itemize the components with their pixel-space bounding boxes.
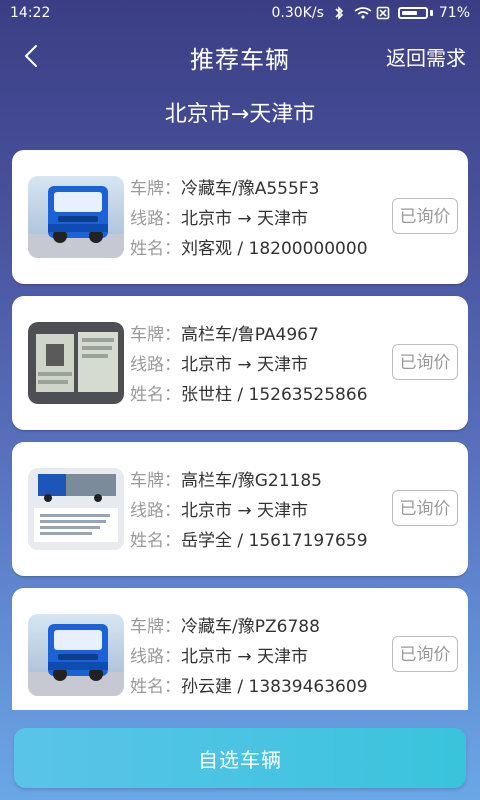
vehicle-list[interactable]: 车牌： 冷藏车/豫A555F3 线路： 北京市 → 天津市 姓名： 刘客观 / … — [12, 150, 468, 710]
plate-value: 冷藏车/豫A555F3 — [181, 179, 320, 199]
contact-row: 姓名： 岳学全 / 15617197659 — [130, 526, 390, 556]
plate-label: 车牌： — [130, 325, 181, 345]
name-label: 姓名： — [130, 531, 181, 551]
plate-row: 车牌： 冷藏车/豫A555F3 — [130, 174, 390, 204]
route-row: 线路： 北京市 → 天津市 — [130, 642, 390, 672]
contact-value: 张世柱 / 15263525866 — [181, 385, 368, 405]
vehicle-card[interactable]: 车牌： 冷藏车/豫PZ6788 线路： 北京市 → 天津市 姓名： 孙云建 / … — [12, 588, 468, 710]
route-label: 线路： — [130, 647, 181, 667]
license-photo-image — [28, 322, 124, 404]
name-label: 姓名： — [130, 385, 181, 405]
vehicle-thumbnail — [28, 468, 124, 550]
plate-label: 车牌： — [130, 179, 181, 199]
plate-value: 高栏车/鲁PA4967 — [181, 325, 319, 345]
plate-label: 车牌： — [130, 471, 181, 491]
network-speed: 0.30K/s — [271, 5, 324, 21]
choose-vehicle-button[interactable]: 自选车辆 — [14, 728, 466, 788]
name-label: 姓名： — [130, 239, 181, 259]
battery-level — [401, 11, 418, 15]
battery-indicator: 71% — [397, 5, 470, 21]
vehicle-info: 车牌： 高栏车/鲁PA4967 线路： 北京市 → 天津市 姓名： 张世柱 / … — [130, 320, 390, 410]
status-right: 0.30K/s 71% — [272, 5, 471, 21]
inquired-button[interactable]: 已询价 — [392, 344, 458, 380]
vehicle-card[interactable]: 车牌： 高栏车/豫G21185 线路： 北京市 → 天津市 姓名： 岳学全 / … — [12, 442, 468, 576]
wifi-icon — [354, 6, 372, 20]
name-label: 姓名： — [130, 677, 181, 697]
contact-value: 刘客观 / 18200000000 — [181, 239, 368, 259]
vehicle-info: 车牌： 冷藏车/豫PZ6788 线路： 北京市 → 天津市 姓名： 孙云建 / … — [130, 612, 390, 702]
route-row: 线路： 北京市 → 天津市 — [130, 350, 390, 380]
contact-value: 孙云建 / 13839463609 — [181, 677, 368, 697]
return-demand-link[interactable]: 返回需求 — [386, 42, 466, 71]
battery-percent: 71% — [438, 5, 470, 21]
route-label: 线路： — [130, 501, 181, 521]
route-title: 北京市→天津市 — [164, 102, 316, 127]
status-time: 14:22 — [10, 5, 51, 21]
battery-nub — [429, 10, 433, 16]
sim-icon — [376, 6, 390, 20]
route-value: 北京市 → 天津市 — [181, 647, 309, 667]
contact-row: 姓名： 刘客观 / 18200000000 — [130, 234, 390, 264]
plate-label: 车牌： — [130, 617, 181, 637]
vehicle-info: 车牌： 高栏车/豫G21185 线路： 北京市 → 天津市 姓名： 岳学全 / … — [130, 466, 390, 556]
vehicle-thumbnail — [28, 614, 124, 696]
contact-row: 姓名： 张世柱 / 15263525866 — [130, 380, 390, 410]
cargo-truck-image — [28, 468, 124, 550]
contact-row: 姓名： 孙云建 / 13839463609 — [130, 672, 390, 702]
vehicle-info: 车牌： 冷藏车/豫A555F3 线路： 北京市 → 天津市 姓名： 刘客观 / … — [130, 174, 390, 264]
top-nav: 推荐车辆 返回需求 — [0, 34, 480, 78]
route-row: 线路： 北京市 → 天津市 — [130, 204, 390, 234]
plate-value: 高栏车/豫G21185 — [181, 471, 322, 491]
battery-icon — [397, 7, 428, 19]
inquired-button[interactable]: 已询价 — [392, 636, 458, 672]
plate-row: 车牌： 高栏车/鲁PA4967 — [130, 320, 390, 350]
route-value: 北京市 → 天津市 — [181, 355, 309, 375]
route-label: 线路： — [130, 209, 181, 229]
vehicle-thumbnail — [28, 322, 124, 404]
route-value: 北京市 → 天津市 — [181, 501, 309, 521]
route-row: 线路： 北京市 → 天津市 — [130, 496, 390, 526]
blue-truck-image — [28, 176, 124, 258]
vehicle-card[interactable]: 车牌： 冷藏车/豫A555F3 线路： 北京市 → 天津市 姓名： 刘客观 / … — [12, 150, 468, 284]
plate-row: 车牌： 冷藏车/豫PZ6788 — [130, 612, 390, 642]
inquired-button[interactable]: 已询价 — [392, 490, 458, 526]
contact-value: 岳学全 / 15617197659 — [181, 531, 368, 551]
vehicle-thumbnail — [28, 176, 124, 258]
plate-row: 车牌： 高栏车/豫G21185 — [130, 466, 390, 496]
route-value: 北京市 → 天津市 — [181, 209, 309, 229]
bluetooth-icon — [332, 6, 346, 20]
route-label: 线路： — [130, 355, 181, 375]
vehicle-card[interactable]: 车牌： 高栏车/鲁PA4967 线路： 北京市 → 天津市 姓名： 张世柱 / … — [12, 296, 468, 430]
plate-value: 冷藏车/豫PZ6788 — [181, 617, 320, 637]
status-bar: 14:22 0.30K/s 71% — [0, 0, 480, 26]
blue-truck-image — [28, 614, 124, 696]
inquired-button[interactable]: 已询价 — [392, 198, 458, 234]
